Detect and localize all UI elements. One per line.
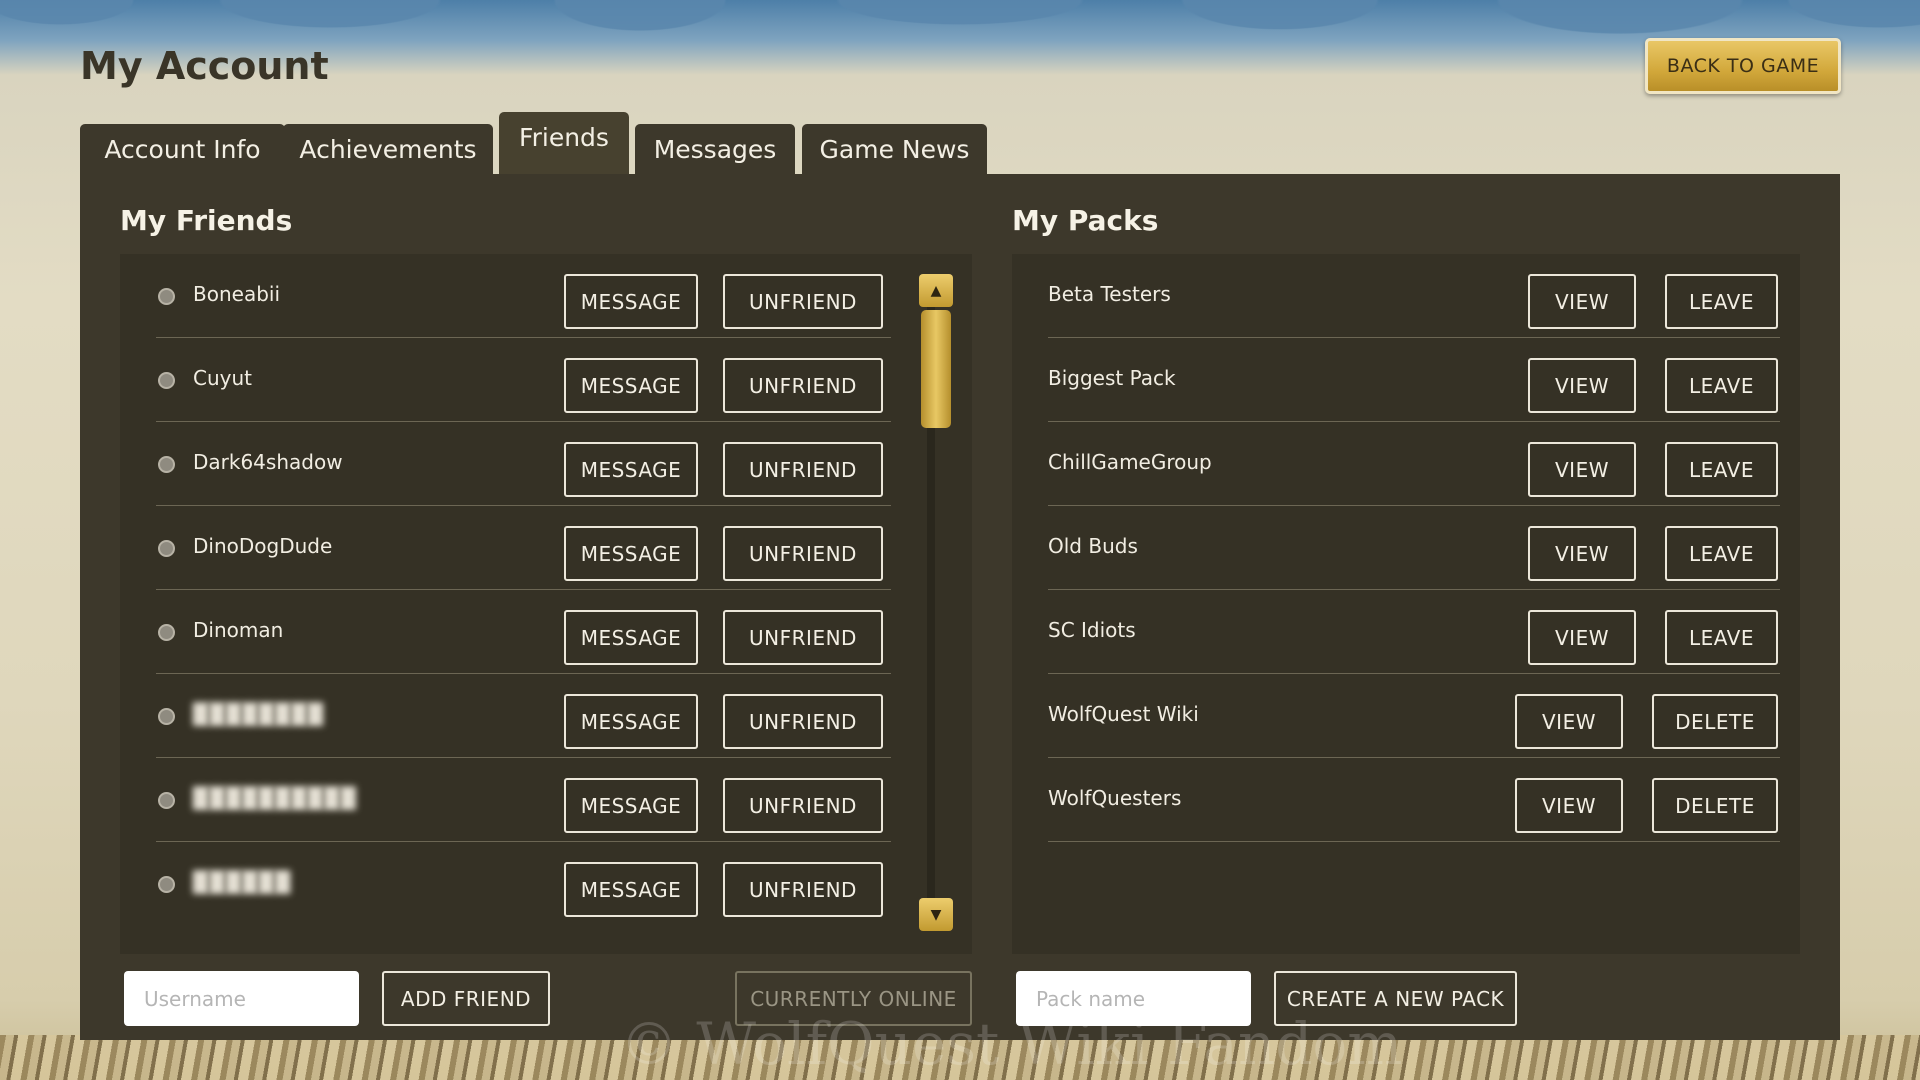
status-dot-icon [158,288,175,305]
status-dot-icon [158,708,175,725]
watermark: © WolfQuest Wiki Fandom [620,1010,1403,1078]
status-dot-icon [158,372,175,389]
message-button[interactable]: MESSAGE [564,610,698,665]
status-dot-icon [158,456,175,473]
unfriend-button[interactable]: UNFRIEND [723,442,883,497]
pack-row: Biggest Pack VIEW LEAVE [1048,338,1780,422]
friend-row: Boneabii MESSAGE UNFRIEND [156,254,891,338]
tab-friends[interactable]: Friends [499,112,629,174]
unfriend-button[interactable]: UNFRIEND [723,358,883,413]
page-title: My Account [80,44,329,88]
message-button[interactable]: MESSAGE [564,274,698,329]
view-button[interactable]: VIEW [1528,274,1636,329]
pack-row: Old Buds VIEW LEAVE [1048,506,1780,590]
view-button[interactable]: VIEW [1515,694,1623,749]
view-button[interactable]: VIEW [1515,778,1623,833]
leave-button[interactable]: LEAVE [1665,358,1778,413]
unfriend-button[interactable]: UNFRIEND [723,862,883,917]
friend-row: Cuyut MESSAGE UNFRIEND [156,338,891,422]
scroll-up-icon[interactable]: ▲ [919,274,953,307]
view-button[interactable]: VIEW [1528,358,1636,413]
pack-name: Old Buds [1048,534,1138,558]
pack-name: Beta Testers [1048,282,1171,306]
friend-name: DinoDogDude [193,534,333,558]
pack-row: WolfQuesters VIEW DELETE [1048,758,1780,842]
delete-button[interactable]: DELETE [1652,694,1778,749]
leave-button[interactable]: LEAVE [1665,274,1778,329]
view-button[interactable]: VIEW [1528,526,1636,581]
delete-button[interactable]: DELETE [1652,778,1778,833]
leave-button[interactable]: LEAVE [1665,526,1778,581]
tab-account-info[interactable]: Account Info [80,124,285,174]
friend-row: Dinoman MESSAGE UNFRIEND [156,590,891,674]
tab-game-news[interactable]: Game News [802,124,987,174]
unfriend-button[interactable]: UNFRIEND [723,274,883,329]
my-friends-title: My Friends [120,204,293,237]
friend-name-blurred: ████████ [193,702,325,726]
back-to-game-button[interactable]: BACK TO GAME [1645,38,1841,94]
pack-name: Biggest Pack [1048,366,1176,390]
pack-name: SC Idiots [1048,618,1136,642]
friend-name: Dinoman [193,618,284,642]
message-button[interactable]: MESSAGE [564,694,698,749]
pack-row: ChillGameGroup VIEW LEAVE [1048,422,1780,506]
status-dot-icon [158,876,175,893]
status-dot-icon [158,624,175,641]
view-button[interactable]: VIEW [1528,610,1636,665]
pack-row: Beta Testers VIEW LEAVE [1048,254,1780,338]
message-button[interactable]: MESSAGE [564,358,698,413]
leave-button[interactable]: LEAVE [1665,442,1778,497]
my-packs-title: My Packs [1012,204,1159,237]
friend-name: Boneabii [193,282,281,306]
friend-name: Dark64shadow [193,450,343,474]
tab-achievements[interactable]: Achievements [283,124,493,174]
view-button[interactable]: VIEW [1528,442,1636,497]
status-dot-icon [158,792,175,809]
add-friend-button[interactable]: ADD FRIEND [382,971,550,1026]
friend-row: Dark64shadow MESSAGE UNFRIEND [156,422,891,506]
tab-bar: Account Info Achievements Friends Messag… [80,112,1080,174]
unfriend-button[interactable]: UNFRIEND [723,778,883,833]
unfriend-button[interactable]: UNFRIEND [723,610,883,665]
message-button[interactable]: MESSAGE [564,778,698,833]
message-button[interactable]: MESSAGE [564,442,698,497]
unfriend-button[interactable]: UNFRIEND [723,526,883,581]
packs-list: Beta Testers VIEW LEAVE Biggest Pack VIE… [1012,254,1800,954]
friend-row: ██████████ MESSAGE UNFRIEND [156,758,891,842]
pack-name: WolfQuesters [1048,786,1182,810]
friend-name: Cuyut [193,366,252,390]
status-dot-icon [158,540,175,557]
message-button[interactable]: MESSAGE [564,862,698,917]
pack-name: ChillGameGroup [1048,450,1212,474]
message-button[interactable]: MESSAGE [564,526,698,581]
scroll-down-icon[interactable]: ▼ [919,898,953,931]
pack-row: SC Idiots VIEW LEAVE [1048,590,1780,674]
username-input[interactable] [124,971,359,1026]
friend-row: DinoDogDude MESSAGE UNFRIEND [156,506,891,590]
friend-name-blurred: ██████████ [193,786,357,810]
friend-row: ██████ MESSAGE UNFRIEND [156,842,891,926]
leave-button[interactable]: LEAVE [1665,610,1778,665]
friends-scrollbar-thumb[interactable] [921,310,951,428]
friend-name-blurred: ██████ [193,870,292,894]
friend-row: ████████ MESSAGE UNFRIEND [156,674,891,758]
pack-row: WolfQuest Wiki VIEW DELETE [1048,674,1780,758]
unfriend-button[interactable]: UNFRIEND [723,694,883,749]
friends-list: Boneabii MESSAGE UNFRIEND Cuyut MESSAGE … [120,254,972,954]
tab-messages[interactable]: Messages [635,124,795,174]
friends-panel: My Friends Boneabii MESSAGE UNFRIEND Cuy… [80,174,1840,1040]
pack-name: WolfQuest Wiki [1048,702,1199,726]
